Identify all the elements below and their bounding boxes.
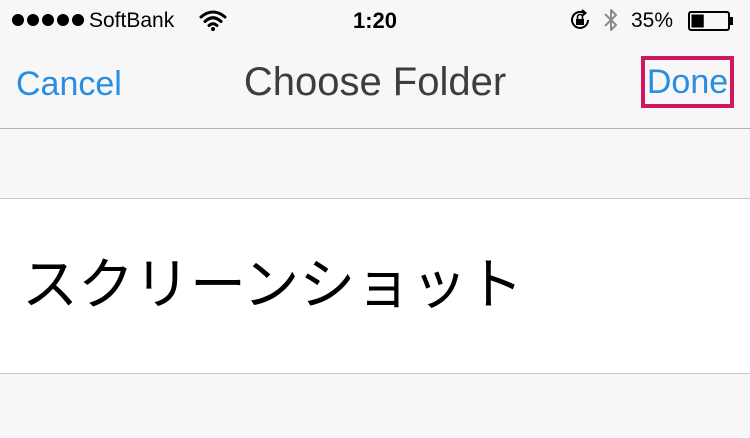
status-bar: SoftBank 1:20 35% bbox=[0, 0, 750, 42]
done-button[interactable]: Done bbox=[641, 56, 734, 108]
battery-icon bbox=[688, 11, 733, 31]
orientation-lock-icon bbox=[571, 9, 589, 29]
list-background bbox=[0, 374, 750, 438]
section-header-spacer bbox=[0, 129, 750, 199]
choose-folder-screen: SoftBank 1:20 35% Cancel Choose Folder D… bbox=[0, 0, 750, 438]
navigation-bar: Cancel Choose Folder Done bbox=[0, 42, 750, 129]
battery-percent: 35% bbox=[631, 9, 674, 32]
bluetooth-icon bbox=[604, 9, 617, 31]
page-title: Choose Folder bbox=[243, 60, 507, 104]
folder-name: スクリーンショット bbox=[22, 253, 524, 318]
list-item-folder[interactable]: スクリーンショット bbox=[0, 199, 750, 374]
